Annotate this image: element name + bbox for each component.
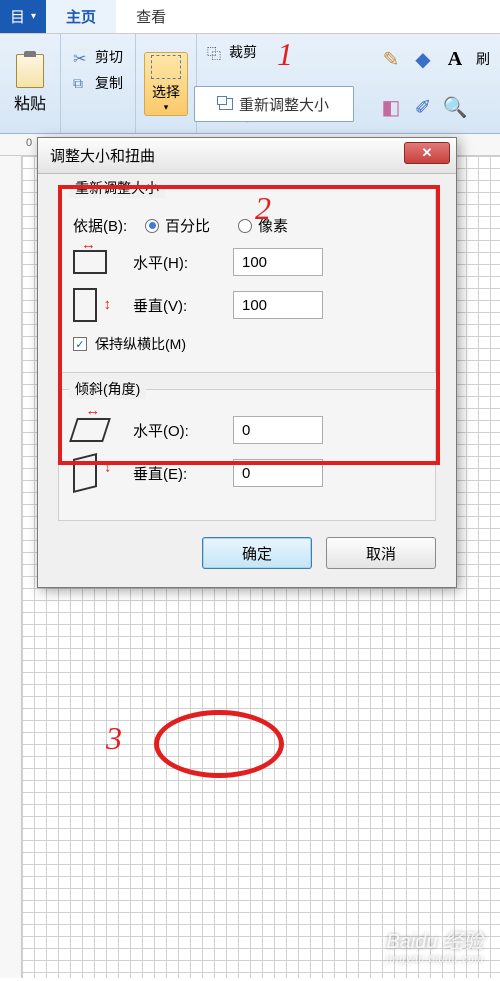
resize-h-input[interactable] <box>233 248 323 276</box>
radio-pixels-input[interactable] <box>238 219 252 233</box>
skew-group: 倾斜(角度) 水平(O): 垂直(E): <box>58 389 436 521</box>
skew-v-icon <box>73 453 97 493</box>
resize-label: 重新调整大小 <box>239 94 329 115</box>
select-group: 选择 ▾ <box>136 34 197 133</box>
clipboard-group: 粘贴 <box>0 34 61 133</box>
radio-pixels[interactable]: 像素 <box>238 215 288 236</box>
clipboard-icon <box>16 54 44 88</box>
crop-label: 裁剪 <box>229 42 257 62</box>
resize-dialog: 调整大小和扭曲 ✕ 重新调整大小 依据(B): 百分比 像素 水平(H): <box>37 137 457 588</box>
ruler-vertical <box>0 156 22 978</box>
ok-button[interactable]: 确定 <box>202 537 312 569</box>
pencil-icon[interactable]: ✎ <box>380 48 402 70</box>
skew-h-label: 水平(O): <box>133 420 233 441</box>
button-row: 确定 取消 <box>58 537 436 569</box>
select-rect-icon <box>151 55 181 79</box>
resize-v-icon <box>73 288 97 322</box>
skew-group-title: 倾斜(角度) <box>69 379 146 399</box>
ribbon-tabs: 目 主页 查看 <box>0 0 500 34</box>
text-icon[interactable]: A <box>444 48 466 70</box>
dialog-body: 重新调整大小 依据(B): 百分比 像素 水平(H): 垂直(V): <box>38 174 456 587</box>
eraser-icon[interactable]: ◧ <box>380 97 402 119</box>
copy-label: 复制 <box>95 73 123 93</box>
resize-v-label: 垂直(V): <box>133 295 233 316</box>
scissors-icon: ✂ <box>73 49 89 65</box>
skew-h-icon <box>69 418 111 442</box>
by-label: 依据(B): <box>73 215 145 236</box>
cut-button[interactable]: ✂ 剪切 <box>69 44 127 70</box>
cancel-button[interactable]: 取消 <box>326 537 436 569</box>
skew-v-label: 垂直(E): <box>133 463 233 484</box>
by-row: 依据(B): 百分比 像素 <box>73 215 421 236</box>
tab-home[interactable]: 主页 <box>46 0 116 33</box>
copy-button[interactable]: ⧉ 复制 <box>69 70 127 96</box>
skew-v-row: 垂直(E): <box>73 456 421 490</box>
resize-icon <box>219 98 233 110</box>
dialog-title: 调整大小和扭曲 <box>38 138 456 174</box>
picker-icon[interactable]: ✐ <box>412 97 434 119</box>
radio-percent-label: 百分比 <box>165 215 210 236</box>
radio-pixels-label: 像素 <box>258 215 288 236</box>
crop-icon: ⿻ <box>207 44 223 60</box>
resize-v-row: 垂直(V): <box>73 288 421 322</box>
skew-h-row: 水平(O): <box>73 416 421 444</box>
brush-label[interactable]: 刷 <box>476 48 490 70</box>
resize-h-label: 水平(H): <box>133 252 233 273</box>
crop-button[interactable]: ⿻ 裁剪 <box>203 39 272 65</box>
bucket-icon[interactable]: ◆ <box>412 48 434 70</box>
resize-h-row: 水平(H): <box>73 248 421 276</box>
skew-h-input[interactable] <box>233 416 323 444</box>
zoom-icon[interactable]: 🔍 <box>444 97 466 119</box>
app-menu-tab[interactable]: 目 <box>0 0 46 33</box>
resize-button[interactable]: 重新调整大小 <box>194 86 354 122</box>
ruler-tick-0: 0 <box>26 137 32 149</box>
resize-v-input[interactable] <box>233 291 323 319</box>
tools-group: ✎ ◆ A 刷 ◧ ✐ 🔍 <box>370 34 500 133</box>
copy-icon: ⧉ <box>73 75 89 91</box>
cut-label: 剪切 <box>95 47 123 67</box>
resize-h-icon <box>73 250 107 274</box>
select-label: 选择 <box>152 82 180 102</box>
tab-view[interactable]: 查看 <box>116 0 186 33</box>
select-button[interactable]: 选择 ▾ <box>144 52 188 116</box>
keep-ratio-row[interactable]: ✓ 保持纵横比(M) <box>73 334 421 354</box>
keep-ratio-checkbox[interactable]: ✓ <box>73 337 87 351</box>
paste-button[interactable]: 粘贴 <box>8 50 52 118</box>
resize-group-title: 重新调整大小 <box>69 178 165 198</box>
radio-percent[interactable]: 百分比 <box>145 215 210 236</box>
radio-percent-input[interactable] <box>145 219 159 233</box>
cutcopy-group: ✂ 剪切 ⧉ 复制 <box>61 34 136 133</box>
close-button[interactable]: ✕ <box>404 142 450 164</box>
chevron-down-icon: ▾ <box>164 102 169 113</box>
resize-group: 重新调整大小 依据(B): 百分比 像素 水平(H): 垂直(V): <box>58 188 436 373</box>
skew-v-input[interactable] <box>233 459 323 487</box>
ribbon-body: 粘贴 ✂ 剪切 ⧉ 复制 选择 ▾ ⿻ 裁剪 ⟳ 旋转 ▾ 重新调 <box>0 34 500 134</box>
keep-ratio-label: 保持纵横比(M) <box>95 334 186 354</box>
paste-label: 粘贴 <box>14 90 46 114</box>
